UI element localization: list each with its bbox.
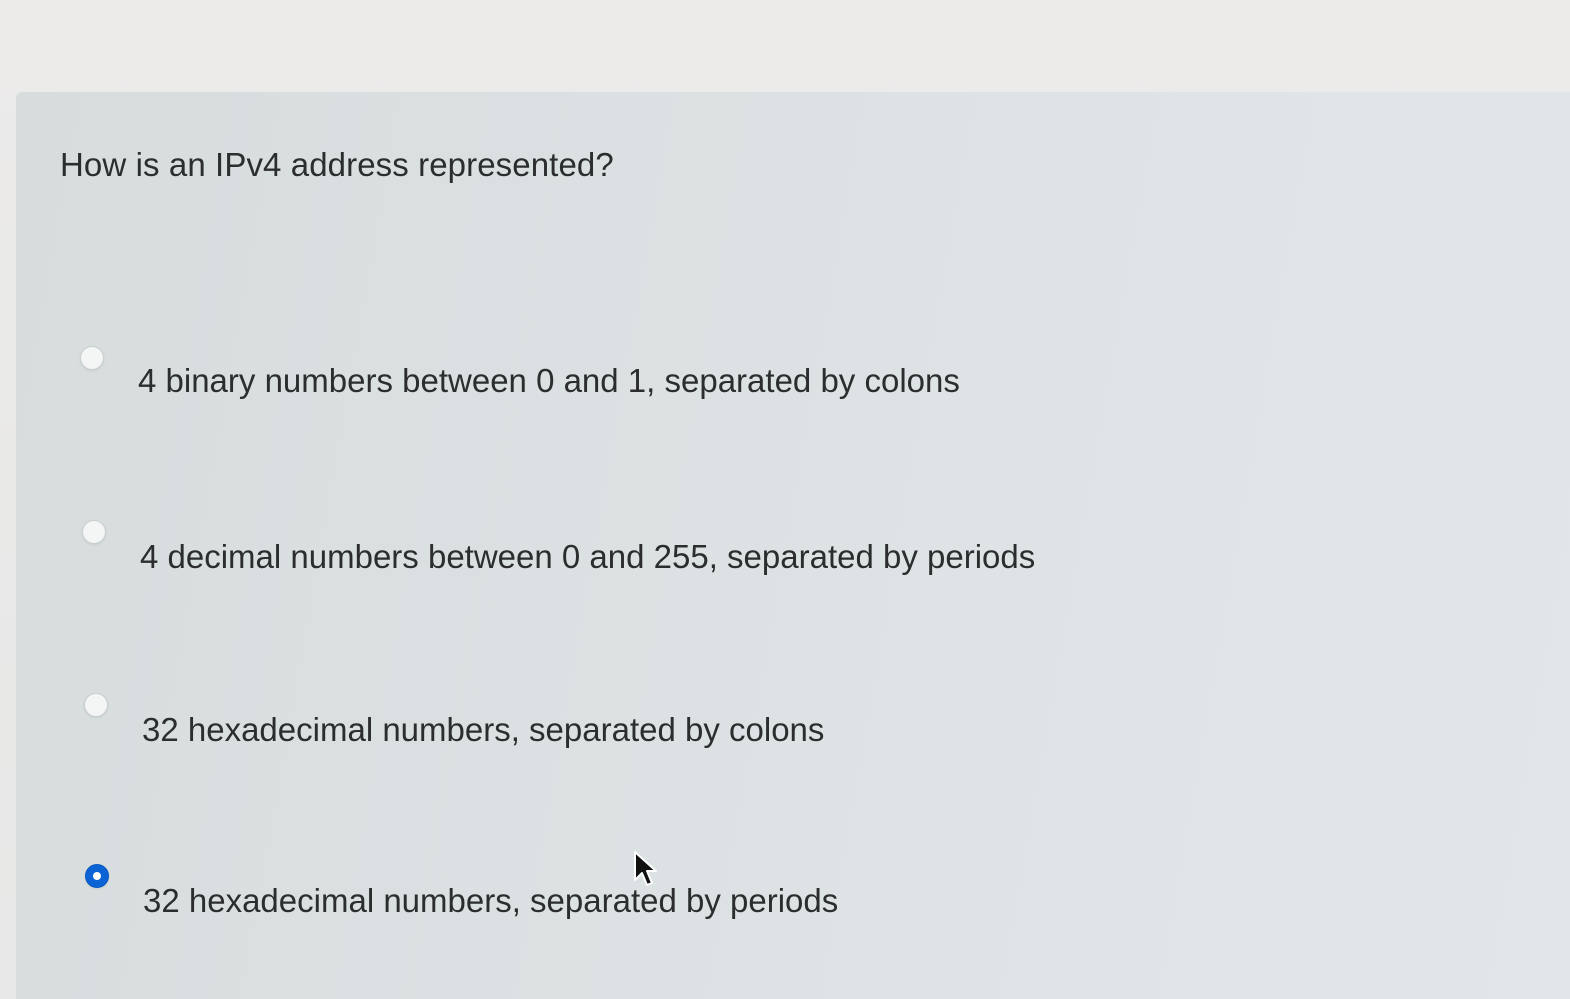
question-text: How is an IPv4 address represented? [60, 146, 614, 183]
radio-button-4-selected[interactable] [85, 864, 109, 888]
radio-button-1[interactable] [80, 346, 104, 370]
answer-option-4-label[interactable]: 32 hexadecimal numbers, separated by per… [143, 882, 838, 920]
answer-option-2-label[interactable]: 4 decimal numbers between 0 and 255, sep… [140, 538, 1035, 576]
radio-button-3[interactable] [84, 693, 108, 717]
answer-option-1-label[interactable]: 4 binary numbers between 0 and 1, separa… [138, 362, 960, 400]
mouse-pointer-icon [634, 851, 657, 886]
answer-option-3-label[interactable]: 32 hexadecimal numbers, separated by col… [142, 711, 824, 749]
radio-button-2[interactable] [82, 520, 106, 544]
